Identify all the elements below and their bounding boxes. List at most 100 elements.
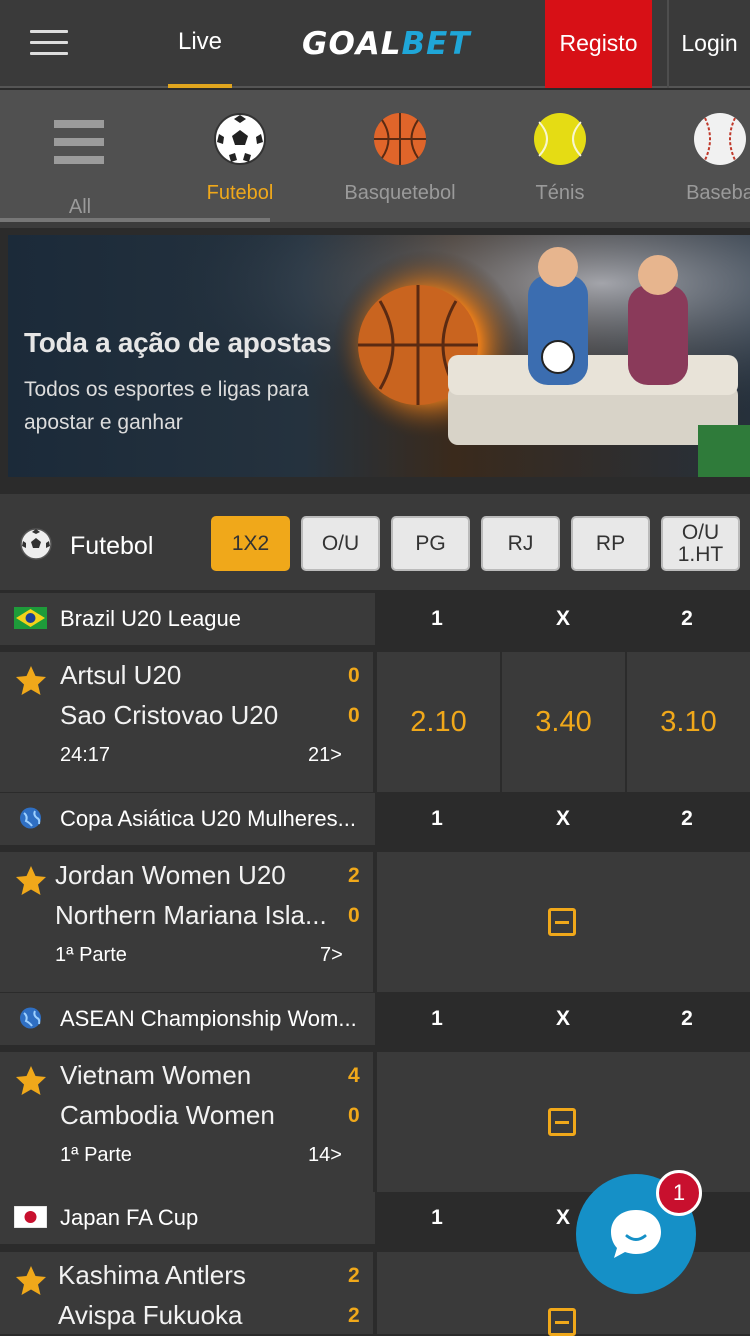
- away-score: 0: [348, 904, 360, 927]
- odd-home[interactable]: 2.10: [377, 652, 500, 792]
- col-header-1: 1: [431, 1206, 443, 1229]
- league-header[interactable]: Brazil U20 League 1 X 2: [0, 593, 750, 645]
- match-row[interactable]: Vietnam Women 4 Cambodia Women 0 1ª Part…: [0, 1052, 750, 1192]
- league-header[interactable]: Copa Asiática U20 Mulheres... 1 X 2: [0, 793, 750, 845]
- league-name-cell: Brazil U20 League: [0, 593, 375, 645]
- league-header[interactable]: ASEAN Championship Wom... 1 X 2: [0, 993, 750, 1045]
- brazil-flag-icon: [14, 607, 47, 629]
- sport-tab-label: Futebol: [206, 182, 274, 204]
- col-header-2: 2: [681, 807, 693, 830]
- filter-sport-title: Futebol: [70, 532, 154, 560]
- market-button-1x2[interactable]: 1X2: [211, 516, 290, 571]
- away-team: Cambodia Women: [60, 1100, 275, 1130]
- odd-draw[interactable]: 3.40: [502, 652, 625, 792]
- suspended-icon: [548, 908, 576, 936]
- menu-icon[interactable]: [30, 30, 68, 56]
- soccer-ball-icon: [214, 113, 266, 165]
- home-team: Artsul U20: [60, 660, 182, 690]
- market-button-rp[interactable]: RP: [571, 516, 650, 571]
- sport-tab-label: Baseba: [686, 182, 750, 204]
- market-button-pg[interactable]: PG: [391, 516, 470, 571]
- league-name-cell: Copa Asiática U20 Mulheres...: [0, 793, 375, 845]
- top-bar: Live GOALBET Registo Login: [0, 0, 750, 88]
- market-button-ou[interactable]: O/U: [301, 516, 380, 571]
- sport-tab-label: Basquetebol: [344, 182, 456, 204]
- sport-tab-all[interactable]: All: [0, 90, 160, 220]
- banner-subtitle: Todos os esportes e ligas para apostar e…: [24, 378, 309, 434]
- col-header-2: 2: [681, 607, 693, 630]
- col-header-x: X: [555, 607, 570, 630]
- home-score: 2: [348, 864, 360, 887]
- odd-away[interactable]: 3.10: [627, 652, 750, 792]
- logo-goal-text: GOAL: [302, 26, 402, 62]
- more-markets-link[interactable]: 7>: [320, 944, 343, 967]
- away-team: Sao Cristovao U20: [60, 700, 279, 730]
- market-button-ou-1ht[interactable]: O/U 1.HT: [661, 516, 740, 571]
- match-time: 24:17: [60, 744, 111, 766]
- home-score: 0: [348, 664, 360, 687]
- sport-tab-tenis[interactable]: Ténis: [480, 90, 640, 220]
- away-team: Avispa Fukuoka: [58, 1300, 243, 1330]
- league-name: ASEAN Championship Wom...: [60, 1006, 357, 1031]
- match-period: 1ª Parte: [55, 944, 127, 966]
- all-list-icon: [54, 120, 104, 170]
- favorite-star-icon[interactable]: [14, 1064, 48, 1098]
- globe-icon: [20, 1007, 41, 1029]
- sports-scroll-indicator: [0, 218, 270, 222]
- favorite-star-icon[interactable]: [14, 1264, 48, 1298]
- match-info[interactable]: Jordan Women U20 2 Northern Mariana Isla…: [0, 852, 375, 992]
- chat-notification-badge: 1: [656, 1170, 702, 1216]
- more-markets-link[interactable]: 14>: [308, 1144, 342, 1167]
- tennis-ball-icon: [534, 113, 586, 165]
- globe-icon: [20, 807, 41, 829]
- soccer-ball-icon: [20, 528, 52, 560]
- suspended-icon: [548, 1308, 576, 1336]
- banner-title: Toda a ação de apostas: [24, 327, 332, 358]
- col-header-x: X: [555, 807, 570, 830]
- register-button[interactable]: Registo: [545, 0, 652, 88]
- market-button-rj[interactable]: RJ: [481, 516, 560, 571]
- sport-tab-label: Ténis: [535, 182, 585, 204]
- sport-tab-futebol[interactable]: Futebol: [160, 90, 320, 220]
- away-score: 2: [348, 1304, 360, 1327]
- favorite-star-icon[interactable]: [14, 864, 48, 898]
- goalbet-logo[interactable]: GOALBET: [302, 26, 502, 62]
- match-row[interactable]: Jordan Women U20 2 Northern Mariana Isla…: [0, 852, 750, 992]
- sports-nav: All Futebol Basquetebol Ténis Baseba: [0, 90, 750, 228]
- col-header-1: 1: [431, 807, 443, 830]
- live-tab[interactable]: Live: [168, 0, 232, 88]
- league-name: Copa Asiática U20 Mulheres...: [60, 806, 356, 831]
- league-name-cell: ASEAN Championship Wom...: [0, 993, 375, 1045]
- login-button[interactable]: Login: [667, 0, 750, 88]
- favorite-star-icon[interactable]: [14, 664, 48, 698]
- suspended-odds: [377, 1052, 750, 1192]
- baseball-icon: [694, 113, 746, 165]
- japan-flag-icon: [14, 1206, 47, 1228]
- basketball-icon: [374, 113, 426, 165]
- match-period: 1ª Parte: [60, 1144, 132, 1166]
- match-row[interactable]: Artsul U20 0 Sao Cristovao U20 0 24:17 2…: [0, 652, 750, 792]
- home-team: Vietnam Women: [60, 1060, 252, 1090]
- match-info[interactable]: Kashima Antlers 2 Avispa Fukuoka 2: [0, 1252, 375, 1334]
- home-team: Jordan Women U20: [55, 860, 286, 890]
- league-name: Japan FA Cup: [60, 1205, 199, 1230]
- chat-bubble-icon: [611, 1210, 661, 1258]
- sport-tab-baseball[interactable]: Baseba: [640, 90, 750, 220]
- suspended-icon: [548, 1108, 576, 1136]
- logo-bet-text: BET: [401, 26, 471, 62]
- suspended-odds: [377, 1252, 750, 1336]
- match-info[interactable]: Vietnam Women 4 Cambodia Women 0 1ª Part…: [0, 1052, 375, 1192]
- home-team: Kashima Antlers: [58, 1260, 246, 1290]
- more-markets-link[interactable]: 21>: [308, 744, 342, 767]
- suspended-odds: [377, 852, 750, 992]
- home-score: 4: [348, 1064, 360, 1087]
- home-score: 2: [348, 1264, 360, 1287]
- league-name: Brazil U20 League: [60, 606, 242, 631]
- sport-tab-basquetebol[interactable]: Basquetebol: [320, 90, 480, 220]
- away-score: 0: [348, 1104, 360, 1127]
- league-name-cell: Japan FA Cup: [0, 1192, 375, 1244]
- match-info[interactable]: Artsul U20 0 Sao Cristovao U20 0 24:17 2…: [0, 652, 375, 792]
- promo-banner[interactable]: Toda a ação de apostas Todos os esportes…: [8, 235, 750, 477]
- col-header-2: 2: [681, 1007, 693, 1030]
- away-team: Northern Mariana Isla...: [55, 900, 327, 930]
